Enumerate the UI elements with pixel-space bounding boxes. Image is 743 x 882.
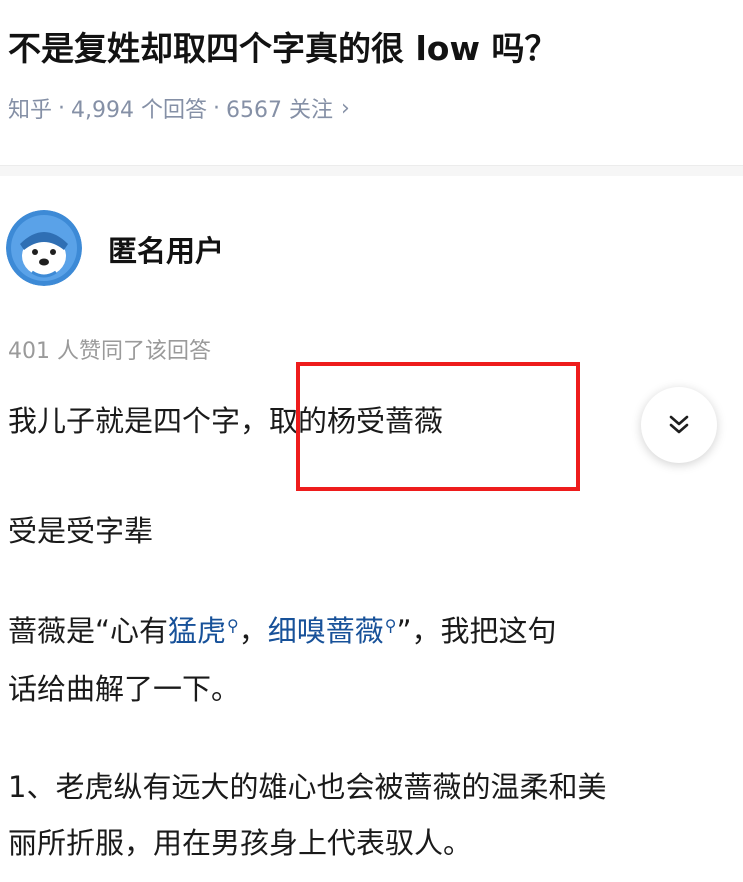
- anonymous-avatar-icon[interactable]: [6, 210, 82, 286]
- search-icon: ⚲: [227, 616, 239, 635]
- answer-paragraph-2: 受是受字辈: [8, 514, 154, 548]
- author-name[interactable]: 匿名用户: [108, 228, 224, 270]
- section-divider: [0, 166, 743, 176]
- answer-text: ，: [238, 614, 268, 648]
- answer-paragraph-3-line-2: 话给曲解了一下。: [8, 672, 241, 706]
- search-link-text: 猛虎: [168, 614, 227, 648]
- question-header: 不是复姓却取四个字真的很 low 吗？ 知乎 · 4,994 个回答 · 656…: [0, 0, 743, 166]
- answer-text: ”，我把这句: [396, 614, 557, 648]
- search-link-menghu[interactable]: 猛虎⚲: [168, 614, 239, 648]
- meta-separator: ·: [58, 95, 66, 121]
- expand-button[interactable]: [641, 387, 717, 463]
- search-link-xixiuqiangwei[interactable]: 细嗅蔷薇⚲: [268, 614, 397, 648]
- question-meta[interactable]: 知乎 · 4,994 个回答 · 6567 关注 ›: [8, 92, 350, 124]
- vote-count: 401 人赞同了该回答: [8, 339, 211, 364]
- meta-separator: ·: [213, 95, 220, 121]
- follower-count: 6567 关注: [226, 98, 333, 123]
- double-chevron-down-icon: [669, 415, 689, 434]
- chevron-right-icon: ›: [340, 95, 350, 121]
- answer-paragraph-3-line-1: 蔷薇是“心有猛虎⚲，细嗅蔷薇⚲”，我把这句: [8, 608, 557, 650]
- source-label: 知乎: [8, 98, 53, 123]
- answer-count: 4,994 个回答: [71, 98, 207, 123]
- answer-paragraph-4-line-2: 丽所折服，用在男孩身上代表驭人。: [8, 826, 473, 860]
- answer-paragraph-4-line-1: 1、老虎纵有远大的雄心也会被蔷薇的温柔和美: [8, 770, 607, 804]
- answer-text: 蔷薇是“心有: [8, 614, 169, 648]
- search-icon: ⚲: [384, 616, 397, 635]
- search-link-text: 细嗅蔷薇: [267, 614, 384, 648]
- question-title[interactable]: 不是复姓却取四个字真的很 low 吗？: [8, 22, 557, 70]
- red-highlight-box: [296, 362, 580, 491]
- answer-text: 我儿子就是四个字，: [8, 404, 270, 438]
